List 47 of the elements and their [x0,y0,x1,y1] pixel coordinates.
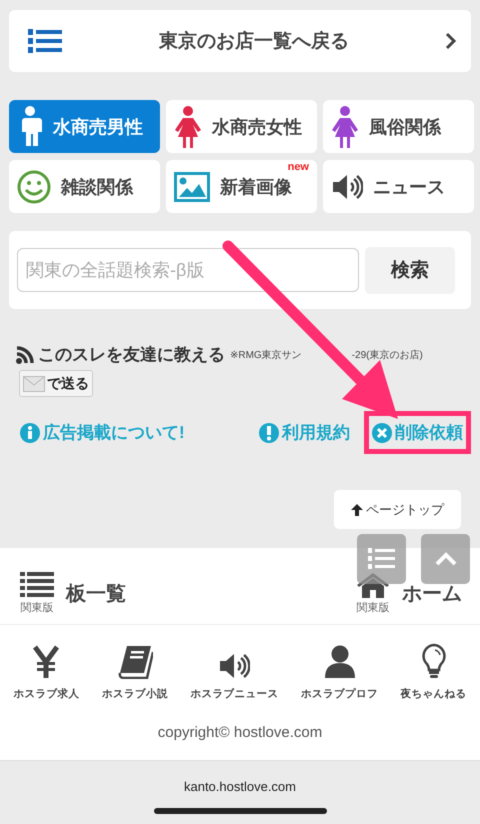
category-button[interactable]: new 新着画像 [166,160,317,213]
close-circle-icon [372,422,392,442]
thread-note: ※RMG東京サン [230,350,302,360]
list-icon [20,572,54,598]
edition-label: 関東版 [20,600,54,614]
info-icon [20,422,40,442]
nav-link[interactable]: ホーム [402,580,462,606]
speaker-icon [331,174,363,200]
chevron-right-icon [445,32,457,50]
page-top-button[interactable]: ページトップ [334,490,461,529]
yen-icon [32,645,60,679]
thread-note: -29(東京のお店) [352,350,423,360]
share-heading: このスレを友達に教える [38,344,225,366]
image-icon [174,172,210,202]
edition-label: 関東版 [356,600,390,614]
search-field[interactable]: 関東の全話題検索-β版 [17,248,359,292]
rss-icon [15,344,35,364]
copyright-text: copyright© hostlove.com [156,724,324,741]
speaker-icon [218,653,250,679]
service-link[interactable]: 夜ちゃんねる [400,641,467,701]
back-link[interactable]: 東京のお店一覧へ戻る [9,10,471,72]
book-icon [116,645,153,679]
search-button[interactable]: 検索 [365,246,455,294]
service-link[interactable]: ホスラブニュース [190,641,278,701]
service-link[interactable]: ホスラブ求人 [13,641,80,701]
list-float-button[interactable] [357,534,406,584]
smiley-icon [17,170,51,204]
category-button[interactable]: 風俗関係 [323,100,474,153]
service-link[interactable]: ホスラブ小説 [102,641,168,701]
person-icon [324,645,356,679]
woman-icon [174,106,202,148]
exclamation-icon [259,422,279,442]
woman-icon [331,106,359,148]
nav-link[interactable]: 板一覧 [66,580,126,606]
chevron-up-icon [434,552,456,566]
light-bulb-icon [420,643,447,679]
category-button[interactable]: 水商売男性 [9,100,160,153]
mail-send-button[interactable]: で送る [19,370,93,397]
service-link[interactable]: ホスラブプロフ [301,641,378,701]
category-button[interactable]: 雑談関係 [9,160,160,213]
category-button[interactable]: 水商売女性 [166,100,317,153]
envelope-icon [23,376,45,392]
url-text: kanto.hostlove.com [184,779,296,794]
new-label: new [288,161,309,173]
scroll-up-button[interactable] [421,534,470,584]
category-button[interactable]: ニュース [323,160,474,213]
arrow-up-icon [351,504,363,516]
